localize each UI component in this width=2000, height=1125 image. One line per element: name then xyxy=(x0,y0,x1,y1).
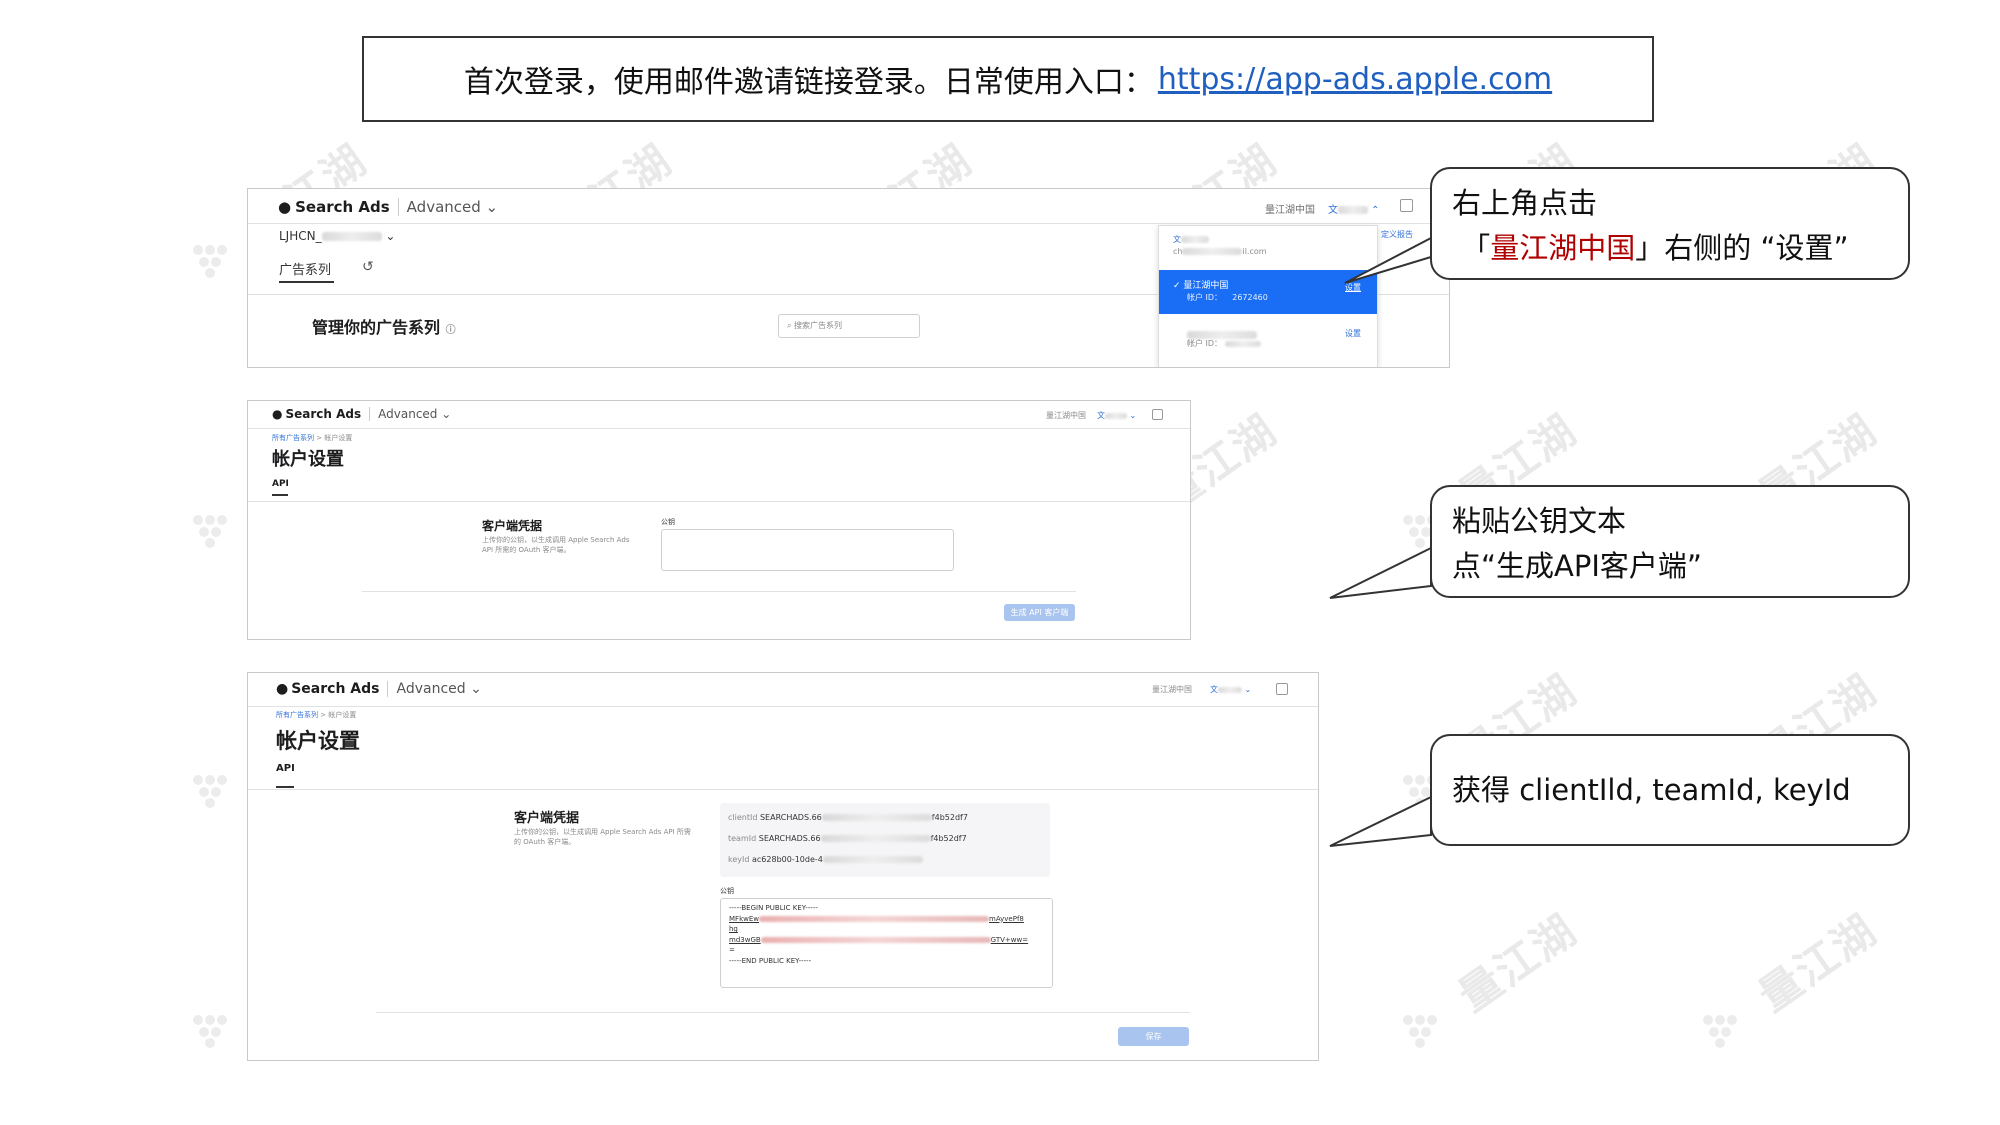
help-panel-icon-2[interactable] xyxy=(1152,409,1163,420)
account-dropdown: 文 ch il.com ✓ 量江湖中国 帐户 ID： 2672460 设置 帐户 … xyxy=(1158,225,1378,367)
checkmark-icon: ✓ xyxy=(1173,281,1181,291)
dropdown-email: ch il.com xyxy=(1173,247,1267,256)
user-menu[interactable]: 文 ⌃ xyxy=(1328,201,1380,216)
key-id-row: keyId ac628b00-10de-4 xyxy=(728,855,923,864)
dropdown-user: 文 xyxy=(1173,234,1209,245)
campaigns-heading: 管理你的广告系列 ⓘ xyxy=(312,318,456,337)
tab-campaigns[interactable]: 广告系列 xyxy=(279,259,331,278)
login-link[interactable]: https://app-ads.apple.com xyxy=(1158,62,1552,97)
team-id-row: teamId SEARCHADS.66 f4b52df7 xyxy=(728,834,967,843)
save-button[interactable]: 保存 xyxy=(1118,1027,1189,1046)
org-row[interactable]: 帐户 ID： 设置 xyxy=(1159,314,1377,354)
user-org[interactable]: 量江湖中国 xyxy=(1265,201,1315,216)
tab-api-2[interactable]: API xyxy=(272,479,289,489)
brand-name: Search Ads xyxy=(295,198,390,216)
help-panel-icon[interactable] xyxy=(1400,199,1413,212)
client-id-row: clientId SEARCHADS.66 f4b52df7 xyxy=(728,813,968,822)
tab-underline xyxy=(279,281,334,283)
instruction-banner: 首次登录，使用邮件邀请链接登录。日常使用入口： https://app-ads.… xyxy=(362,36,1654,122)
section-desc-2: 上传你的公钥，以生成调用 Apple Search Ads API 所需的 OA… xyxy=(482,536,630,554)
brand-header-2: ● Search Ads Advanced ⌄ xyxy=(272,407,452,421)
watermark-logo-icon xyxy=(190,770,230,810)
mode-selector-3[interactable]: Advanced ⌄ xyxy=(387,681,482,697)
user-menu-2[interactable]: 文 ⌄ xyxy=(1097,410,1136,421)
banner-text: 首次登录，使用邮件邀请链接登录。日常使用入口： xyxy=(463,65,1154,100)
watermark-logo-icon xyxy=(190,240,230,280)
breadcrumb-2: 所有广告系列 > 帐户设置 xyxy=(272,434,353,442)
custom-report-link[interactable]: 定义报告 xyxy=(1381,229,1413,240)
mode-selector-2[interactable]: Advanced ⌄ xyxy=(369,407,451,421)
watermark-logo-icon xyxy=(1400,1010,1440,1050)
tab-underline-3 xyxy=(276,786,294,788)
page-title-2: 帐户设置 xyxy=(272,449,344,470)
org-settings-link[interactable]: 设置 xyxy=(1345,282,1361,293)
brand-header-3: ● Search Ads Advanced ⌄ xyxy=(276,681,482,697)
apple-logo-icon: ● xyxy=(272,407,283,421)
tab-api-3[interactable]: API xyxy=(276,763,295,774)
apple-logo-icon: ● xyxy=(278,198,292,216)
help-panel-icon-3[interactable] xyxy=(1276,683,1288,695)
brand-header: ● Search Ads Advanced ⌄ xyxy=(278,198,498,216)
watermark-logo-icon xyxy=(190,510,230,550)
highlight-org: 量江湖中国 xyxy=(1490,230,1636,265)
breadcrumb-root-link[interactable]: 所有广告系列 xyxy=(272,434,314,442)
credentials-box: clientId SEARCHADS.66 f4b52df7 teamId SEA… xyxy=(720,803,1050,877)
org-row-selected[interactable]: ✓ 量江湖中国 帐户 ID： 2672460 设置 xyxy=(1159,270,1377,314)
user-org-2[interactable]: 量江湖中国 xyxy=(1046,410,1086,421)
history-icon[interactable]: ↺ xyxy=(362,259,374,275)
info-icon: ⓘ xyxy=(445,325,456,336)
org-settings-link-2[interactable]: 设置 xyxy=(1345,328,1361,339)
mode-selector[interactable]: Advanced ⌄ xyxy=(397,198,498,216)
generate-api-client-button[interactable]: 生成 API 客户端 xyxy=(1004,604,1075,621)
section-title-2: 客户端凭据 xyxy=(482,519,543,533)
callout-click-settings: 右上角点击 「量江湖中国」右侧的 “设置” xyxy=(1430,167,1910,280)
apple-logo-icon: ● xyxy=(276,681,289,697)
tab-underline-2 xyxy=(272,494,288,496)
breadcrumb-root-link-3[interactable]: 所有广告系列 xyxy=(276,711,318,719)
pubkey-label-2: 公钥 xyxy=(661,518,675,526)
screenshot-campaigns: ● Search Ads Advanced ⌄ 量江湖中国 文 ⌃ LJHCN_… xyxy=(247,188,1450,368)
callout-get-ids: 获得 clientIld, teamId, keyId xyxy=(1430,734,1910,846)
pubkey-label-3: 公钥 xyxy=(720,887,734,895)
search-icon: ⌕ xyxy=(787,321,792,330)
section-desc-3: 上传你的公钥，以生成调用 Apple Search Ads API 所需的 OA… xyxy=(514,828,691,846)
watermark-logo-icon xyxy=(190,1010,230,1050)
breadcrumb-3: 所有广告系列 > 帐户设置 xyxy=(276,711,357,719)
pubkey-textarea-filled[interactable]: -----BEGIN PUBLIC KEY----- MFkwEw mAyvePf… xyxy=(720,898,1053,988)
screenshot-api-empty: ● Search Ads Advanced ⌄ 量江湖中国 文 ⌄ 所有广告系列… xyxy=(247,400,1191,640)
user-org-3[interactable]: 量江湖中国 xyxy=(1152,684,1192,695)
campaign-search-input[interactable]: ⌕ 搜索广告系列 xyxy=(778,314,920,338)
user-menu-3[interactable]: 文 ⌄ xyxy=(1210,684,1251,695)
page-title-3: 帐户设置 xyxy=(276,729,360,753)
watermark: 量江湖 xyxy=(1749,905,1886,1021)
screenshot-api-filled: ● Search Ads Advanced ⌄ 量江湖中国 文 ⌄ 所有广告系列… xyxy=(247,672,1319,1061)
pubkey-textarea[interactable] xyxy=(661,529,954,571)
section-title-3: 客户端凭据 xyxy=(514,811,580,826)
watermark: 量江湖 xyxy=(1449,905,1586,1021)
callout-paste-key: 粘贴公钥文本 点“生成API客户端” xyxy=(1430,485,1910,598)
account-selector[interactable]: LJHCN_ ⌄ xyxy=(279,229,395,243)
watermark-logo-icon xyxy=(1700,1010,1740,1050)
